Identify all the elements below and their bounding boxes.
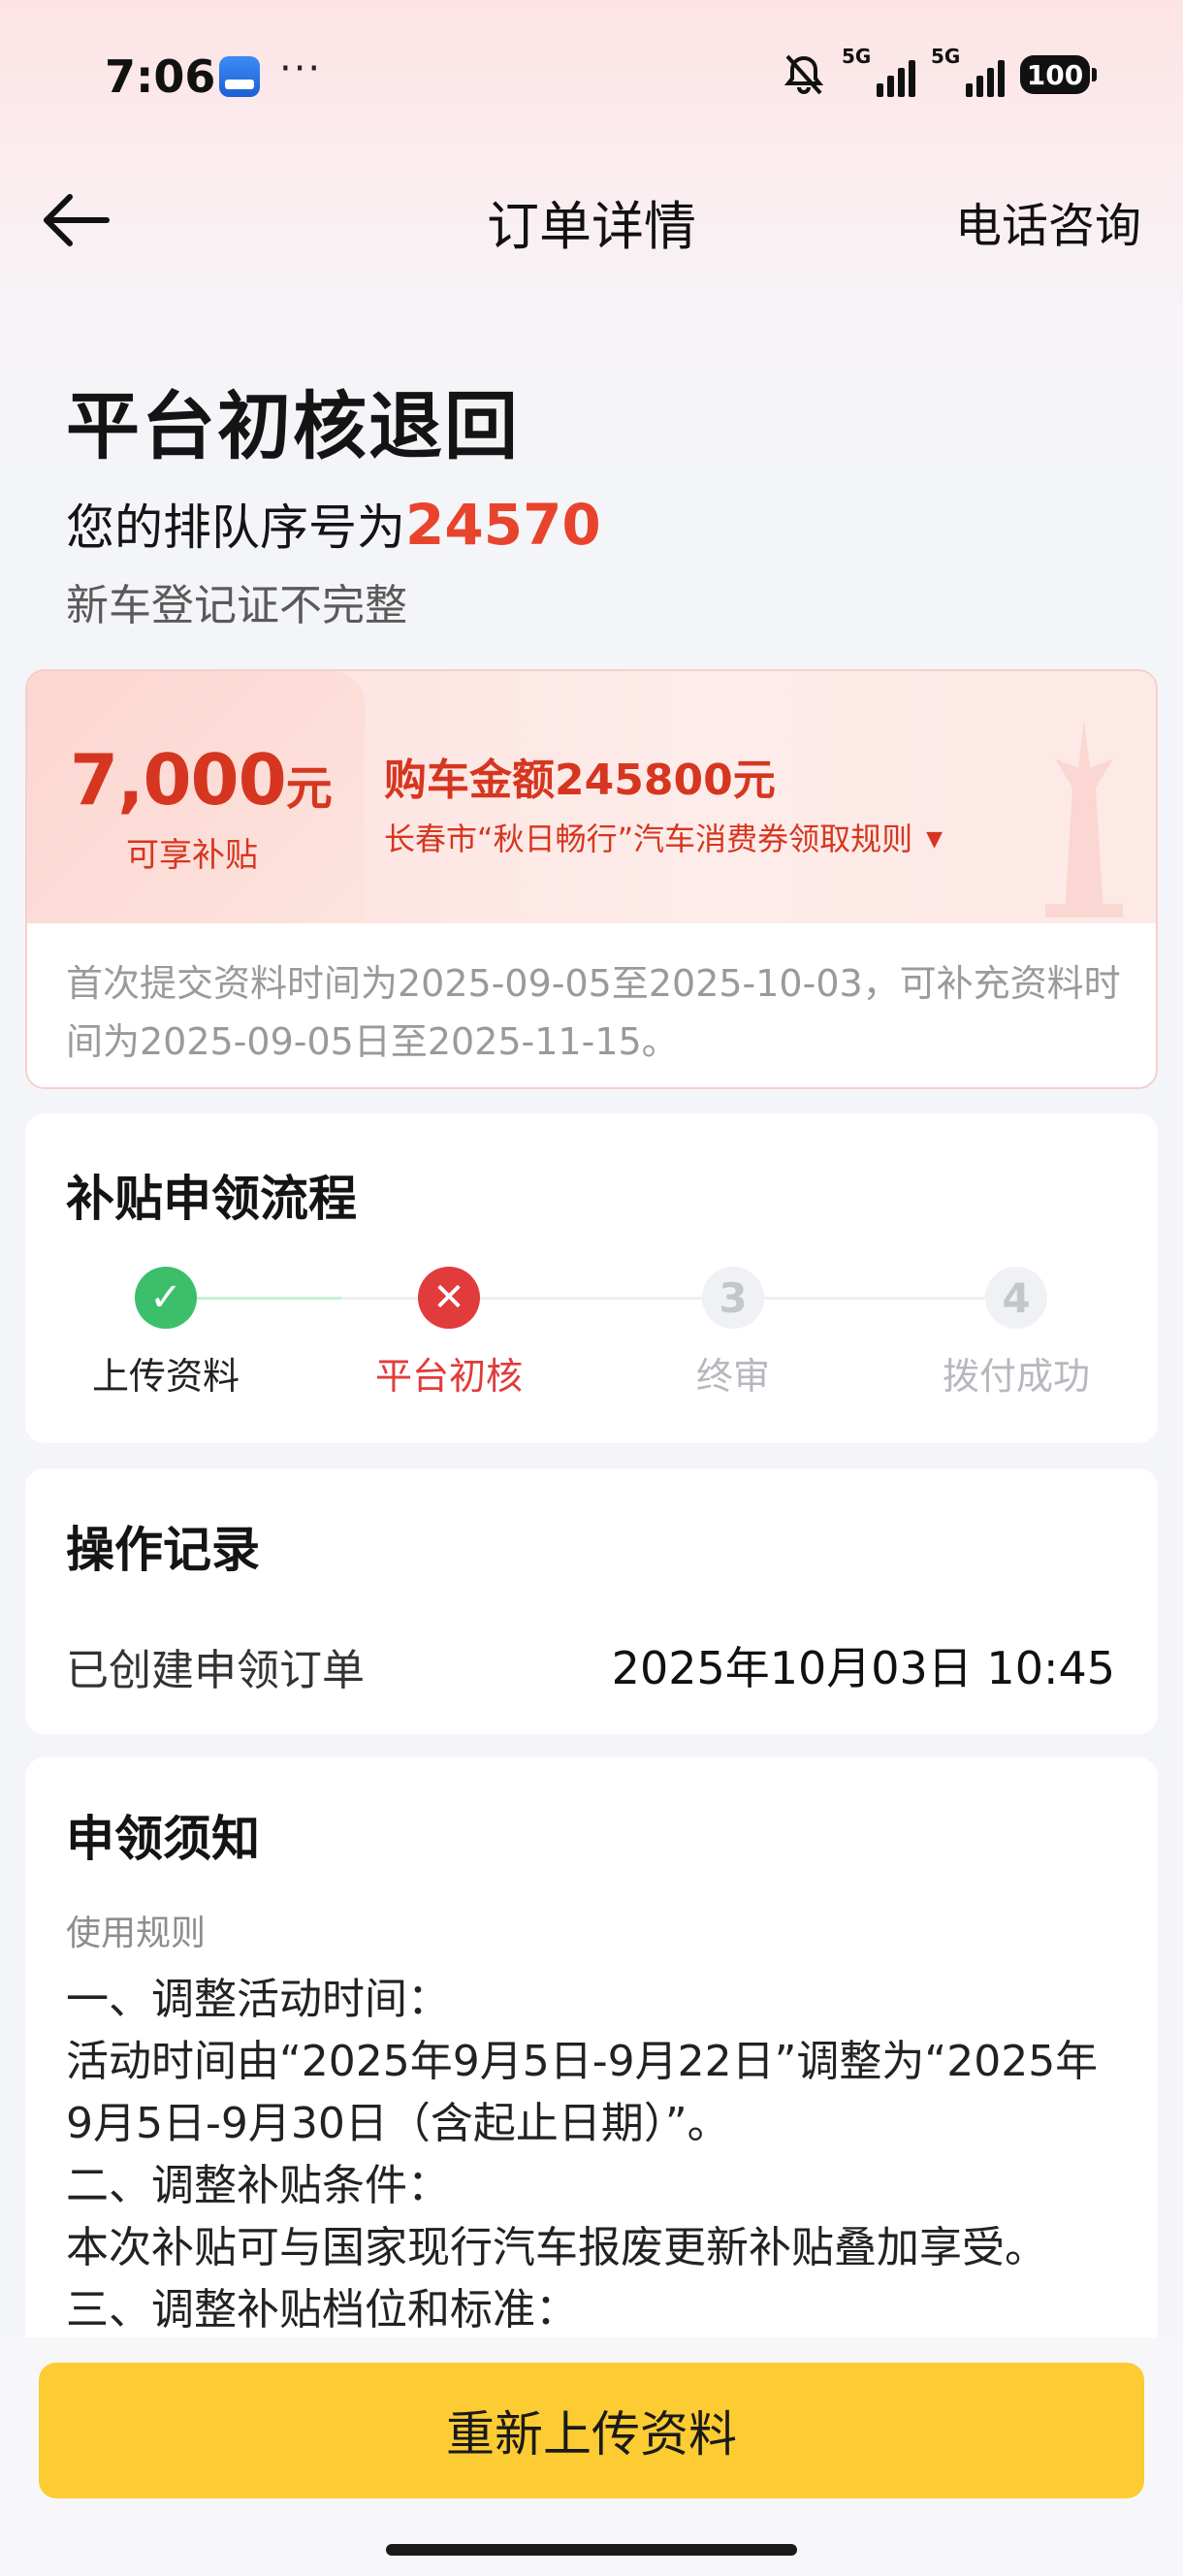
step-upload: ✓ 上传资料: [49, 1267, 282, 1400]
signal-icon: 5G: [842, 45, 915, 97]
subsidy-amount-box: 7,000元 可享补贴: [27, 671, 365, 923]
close-icon: ✕: [418, 1267, 480, 1329]
bottom-action-bar: 重新上传资料: [0, 2337, 1183, 2576]
step-platform-review: ✕ 平台初核: [333, 1267, 565, 1400]
queue-prefix: 您的排队序号为: [66, 499, 405, 556]
step-final-review: 3 终审: [617, 1267, 849, 1400]
queue-info: 您的排队序号为24570: [66, 489, 601, 559]
subsidy-amount: 7,000元: [70, 739, 333, 821]
step-number-icon: 4: [985, 1267, 1047, 1329]
step-label: 上传资料: [91, 1355, 240, 1398]
notice-line: 三、调整补贴档位和标准：: [66, 2285, 578, 2334]
log-entry-time: 2025年10月03日 10:45: [611, 1642, 1115, 1694]
bell-off-icon: [782, 52, 826, 97]
notice-line: 二、调整补贴条件：: [66, 2161, 450, 2210]
autohome-app-icon: [219, 56, 260, 97]
phone-consult-button[interactable]: 电话咨询: [955, 187, 1141, 255]
triangle-down-icon: ▼: [926, 827, 943, 852]
nav-bar: 订单详情 电话咨询: [0, 160, 1183, 276]
coupon-rules-link[interactable]: 长春市“秋日畅行”汽车消费券领取规则 ▼: [384, 815, 943, 859]
notice-body: 一、调整活动时间： 活动时间由“2025年9月5日-9月22日”调整为“2025…: [66, 1969, 1123, 2341]
process-title: 补贴申领流程: [66, 1171, 357, 1227]
purchase-amount: 购车金额245800元: [384, 756, 776, 805]
step-payout: 4 拨付成功: [900, 1267, 1133, 1400]
notice-line: 活动时间由“2025年9月5日-9月22日”调整为“2025年9月5日-9月30…: [66, 2037, 1099, 2148]
reupload-materials-button[interactable]: 重新上传资料: [39, 2363, 1144, 2498]
status-bar: 7:06 ··· 5G 5G 100: [0, 0, 1183, 160]
subsidy-card: 7,000元 可享补贴 购车金额245800元 长春市“秋日畅行”汽车消费券领取…: [25, 669, 1158, 1089]
subsidy-process-card: 补贴申领流程 ✓ 上传资料 ✕ 平台初核 3 终审 4 拨付成功: [25, 1113, 1158, 1443]
coupon-rules-label: 长春市“秋日畅行”汽车消费券领取规则: [384, 821, 913, 857]
home-indicator[interactable]: [386, 2544, 797, 2556]
signal-icon-secondary: 5G: [931, 45, 1005, 97]
submission-period-note: 首次提交资料时间为2025-09-05至2025-10-03，可补充资料时间为2…: [66, 962, 1121, 1063]
subsidy-summary: 7,000元 可享补贴 购车金额245800元 长春市“秋日畅行”汽车消费券领取…: [27, 671, 1156, 923]
more-notifications-icon: ···: [279, 47, 323, 91]
rejection-reason: 新车登记证不完整: [66, 581, 407, 630]
subsidy-amount-unit: 元: [285, 761, 333, 816]
notice-title: 申领须知: [66, 1811, 260, 1867]
log-title: 操作记录: [66, 1522, 260, 1578]
battery-icon: 100: [1020, 55, 1097, 94]
step-number-icon: 3: [702, 1267, 764, 1329]
notice-subtitle: 使用规则: [66, 1914, 207, 1953]
order-detail-page: 7:06 ··· 5G 5G 100 订单详情 电话咨询 平台初核退回 您的排队…: [0, 0, 1183, 2576]
operation-log-card: 操作记录 已创建申领订单 2025年10月03日 10:45: [25, 1468, 1158, 1734]
notice-line: 本次补贴可与国家现行汽车报废更新补贴叠加享受。: [66, 2223, 1047, 2272]
step-label: 终审: [695, 1355, 770, 1398]
status-time: 7:06: [105, 50, 216, 103]
subsidy-amount-value: 7,000: [70, 739, 287, 821]
monument-watermark-icon: [1045, 720, 1123, 918]
check-icon: ✓: [135, 1267, 197, 1329]
order-status-title: 平台初核退回: [66, 383, 520, 469]
queue-number: 24570: [405, 492, 601, 558]
subsidy-amount-label: 可享补贴: [126, 836, 258, 875]
log-entry-action: 已创建申领订单: [66, 1646, 365, 1695]
step-label: 拨付成功: [942, 1355, 1090, 1398]
status-indicators: 5G 5G 100: [782, 45, 1097, 97]
notice-line: 一、调整活动时间：: [66, 1975, 450, 2024]
step-label: 平台初核: [374, 1355, 523, 1398]
